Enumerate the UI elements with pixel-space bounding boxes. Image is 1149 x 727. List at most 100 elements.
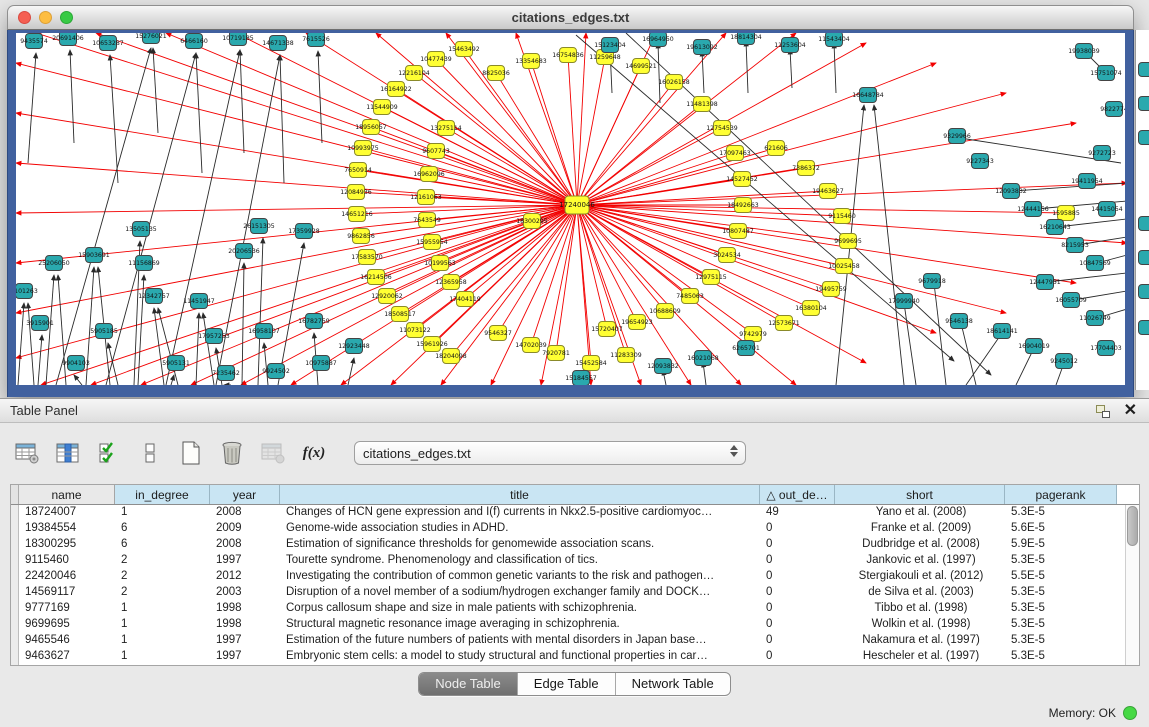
network-node-label: 12365958 (435, 279, 467, 286)
table-cell: 2 (115, 553, 210, 569)
table-row[interactable]: 969969511998Structural magnetic resonanc… (11, 617, 1125, 633)
network-node-label: 18814304 (730, 34, 762, 41)
memory-status-label: Memory: OK (1049, 706, 1116, 720)
network-node-label: 16964950 (642, 36, 674, 43)
network-node-label: 17999940 (888, 298, 920, 305)
select-all-icon[interactable] (96, 440, 122, 466)
table-tabs: Node TableEdge TableNetwork Table (418, 672, 731, 696)
table-cell: 18724007 (19, 505, 115, 521)
table-cell: 2 (115, 585, 210, 601)
row-header-stub (11, 617, 19, 633)
background-window-sliver (1135, 30, 1149, 390)
table-row[interactable]: 1830029562008Estimation of significance … (11, 537, 1125, 553)
table-cell: Hescheler et al. (1997) (835, 649, 1005, 665)
network-node-label: 9101263 (16, 288, 38, 295)
network-node-label: 15720407 (591, 326, 623, 333)
table-toolbar: f(x) citations_edges.txt (14, 439, 1149, 467)
network-edge (961, 323, 976, 385)
tab-node-table[interactable]: Node Table (419, 673, 518, 695)
window-titlebar[interactable]: citations_edges.txt (7, 5, 1134, 30)
table-row[interactable]: 911546021997Tourette syndrome. Phenomeno… (11, 553, 1125, 569)
table-scrollbar[interactable] (1125, 505, 1139, 665)
network-canvas[interactable]: 1546349210477439122161041616492211544909… (16, 33, 1125, 385)
table-options-icon[interactable] (14, 440, 40, 466)
tab-network-table[interactable]: Network Table (616, 673, 730, 695)
table-row[interactable]: 977716911998Corpus callosum shape and si… (11, 601, 1125, 617)
network-edge (348, 358, 354, 385)
column-header-indegree[interactable]: in_degree (115, 485, 210, 504)
column-header-outde[interactable]: △ out_de… (760, 485, 835, 504)
table-cell: 2008 (210, 537, 280, 553)
table-row[interactable]: 1872400712008Changes of HCN gene express… (11, 505, 1125, 521)
table-cell: 0 (760, 601, 835, 617)
table-row[interactable]: 2242004622012Investigating the contribut… (11, 569, 1125, 585)
network-edge (36, 33, 577, 205)
network-edge (28, 303, 34, 385)
table-cell: 5.3E-5 (1005, 633, 1117, 649)
network-node-label: 11543404 (818, 36, 850, 43)
network-node-label: 11026749 (1079, 315, 1111, 322)
table-cell: 0 (760, 649, 835, 665)
network-node-label: 16782759 (298, 318, 330, 325)
table-row[interactable]: 946362711997Embryonic stem cells: a mode… (11, 649, 1125, 665)
table-cell: 1998 (210, 617, 280, 633)
network-edge (577, 104, 702, 205)
zoom-window-icon[interactable] (60, 11, 73, 24)
table-cell: Estimation of the future numbers of pati… (280, 633, 760, 649)
network-node-label: 7920781 (542, 350, 570, 357)
network-node-label: 18614141 (986, 328, 1018, 335)
close-window-icon[interactable] (18, 11, 31, 24)
column-header-name[interactable]: name (19, 485, 115, 504)
network-node-label: 15955954 (416, 239, 448, 246)
table-source-value: citations_edges.txt (363, 446, 471, 461)
delete-column-icon[interactable] (219, 440, 245, 466)
table-cell: 1 (115, 617, 210, 633)
network-edge (658, 43, 660, 103)
table-cell: 5.3E-5 (1005, 649, 1117, 665)
table-cell: Estimation of significance thresholds fo… (280, 537, 760, 553)
network-node-label: 18956057 (355, 124, 387, 131)
tab-edge-table[interactable]: Edge Table (518, 673, 616, 695)
table-cell: Genome-wide association studies in ADHD. (280, 521, 760, 537)
table-scrollbar-thumb[interactable] (1127, 506, 1138, 546)
memory-status-indicator[interactable] (1123, 706, 1137, 720)
network-node-label: 6466160 (180, 38, 208, 45)
table-source-dropdown[interactable]: citations_edges.txt (354, 441, 746, 465)
table-row[interactable]: 946554611997Estimation of the future num… (11, 633, 1125, 649)
table-row[interactable]: 1938455462009Genome-wide association stu… (11, 521, 1125, 537)
table-header-row: namein_degreeyeartitle△ out_de…shortpage… (11, 485, 1139, 505)
minimize-window-icon[interactable] (39, 11, 52, 24)
table-panel-header[interactable]: Table Panel ✕ (0, 399, 1149, 423)
table-cell: 2003 (210, 585, 280, 601)
column-selector-icon[interactable] (55, 440, 81, 466)
table-cell: 6 (115, 521, 210, 537)
table-row[interactable]: 1456911722003Disruption of a novel membe… (11, 585, 1125, 601)
network-node-label: 9607743 (422, 148, 450, 155)
network-node-label: 19495759 (815, 286, 847, 293)
column-header-pagerank[interactable]: pagerank (1005, 485, 1117, 504)
table-cell: 49 (760, 505, 835, 521)
close-panel-icon[interactable]: ✕ (1124, 403, 1137, 419)
network-node-label: 17359928 (288, 228, 320, 235)
table-cell: 1997 (210, 553, 280, 569)
float-panel-icon[interactable] (1096, 405, 1110, 418)
delete-table-icon[interactable] (260, 440, 286, 466)
column-header-year[interactable]: year (210, 485, 280, 504)
network-node-label: 10199563 (424, 260, 456, 267)
network-node-label: 25206050 (38, 260, 70, 267)
column-header-short[interactable]: short (835, 485, 1005, 504)
network-edge (242, 263, 244, 385)
table-cell: 22420046 (19, 569, 115, 585)
function-builder-icon[interactable]: f(x) (301, 440, 327, 466)
column-header-title[interactable]: title (280, 485, 760, 504)
network-node-label: 15184557 (565, 375, 597, 382)
table-panel-title: Table Panel (10, 403, 78, 418)
new-column-icon[interactable] (178, 440, 204, 466)
network-node-label: 9115460 (828, 213, 856, 220)
network-node-label: 19938039 (1068, 48, 1100, 55)
clear-selection-icon[interactable] (137, 440, 163, 466)
table-cell: 2008 (210, 505, 280, 521)
network-node-label: 16648784 (852, 92, 884, 99)
function-builder-label: f(x) (303, 445, 326, 462)
table-body: 1872400712008Changes of HCN gene express… (11, 505, 1125, 665)
